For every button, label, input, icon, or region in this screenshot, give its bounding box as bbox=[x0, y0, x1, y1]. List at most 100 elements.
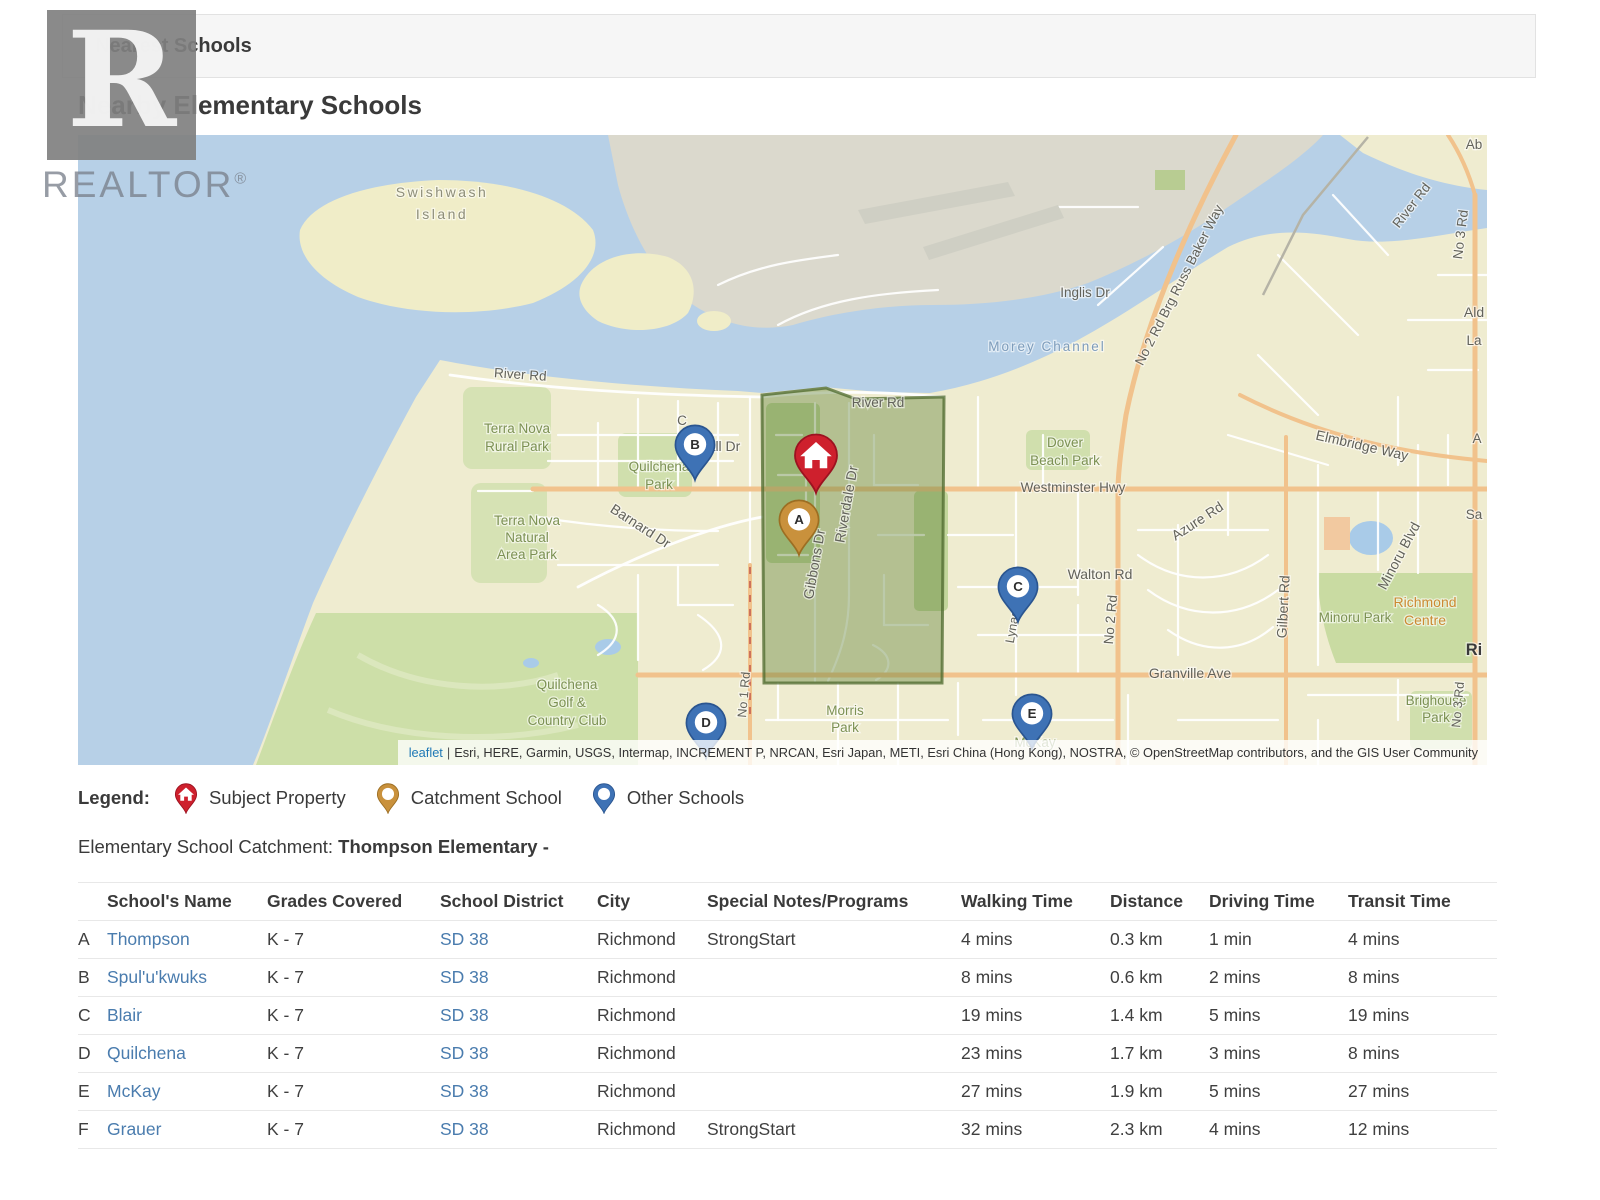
school-link[interactable]: Thompson bbox=[107, 929, 190, 949]
minoru-building bbox=[1324, 517, 1350, 550]
label-tn-rural-1: Terra Nova bbox=[484, 421, 551, 436]
col-letter bbox=[78, 883, 107, 921]
city-cell: Richmond bbox=[597, 1073, 707, 1111]
schools-map[interactable]: Swishwash Island Morey Channel Inglis Dr… bbox=[78, 135, 1487, 765]
col-driving: Driving Time bbox=[1209, 883, 1348, 921]
district-link[interactable]: SD 38 bbox=[440, 1119, 489, 1139]
legend: Legend: Subject Property Catchment Schoo… bbox=[78, 780, 774, 816]
label-frag-c: C bbox=[677, 413, 687, 428]
transit-cell: 8 mins bbox=[1348, 959, 1497, 997]
label-inglis-dr: Inglis Dr bbox=[1060, 285, 1110, 300]
leaflet-link[interactable]: leaflet bbox=[409, 745, 443, 760]
label-richmond-centre-1: Richmond bbox=[1393, 594, 1456, 610]
legend-label-other: Other Schools bbox=[627, 787, 744, 809]
label-golf-2: Golf & bbox=[548, 695, 586, 710]
svg-text:E: E bbox=[1028, 706, 1037, 721]
legend-label-subject: Subject Property bbox=[209, 787, 346, 809]
notes-cell bbox=[707, 1073, 961, 1111]
row-letter: C bbox=[78, 997, 107, 1035]
table-header-row: School's Name Grades Covered School Dist… bbox=[78, 883, 1497, 921]
label-tn-rural-2: Rural Park bbox=[485, 439, 549, 454]
label-dover-1: Dover bbox=[1047, 435, 1084, 450]
notes-cell bbox=[707, 997, 961, 1035]
col-name: School's Name bbox=[107, 883, 267, 921]
school-link[interactable]: Spul'u'kwuks bbox=[107, 967, 207, 987]
city-cell: Richmond bbox=[597, 1111, 707, 1149]
transit-cell: 12 mins bbox=[1348, 1111, 1497, 1149]
label-frag-sa: Sa bbox=[1466, 507, 1483, 522]
transit-cell: 4 mins bbox=[1348, 921, 1497, 959]
label-gilbert-rd: Gilbert Rd bbox=[1273, 575, 1292, 639]
row-letter: F bbox=[78, 1111, 107, 1149]
district-link[interactable]: SD 38 bbox=[440, 1081, 489, 1101]
city-cell: Richmond bbox=[597, 921, 707, 959]
row-letter: A bbox=[78, 921, 107, 959]
label-morey-channel: Morey Channel bbox=[988, 339, 1106, 354]
col-walking: Walking Time bbox=[961, 883, 1110, 921]
label-minoru-park: Minoru Park bbox=[1319, 610, 1392, 625]
driving-cell: 2 mins bbox=[1209, 959, 1348, 997]
label-tn-nat-1: Terra Nova bbox=[494, 513, 561, 528]
school-link[interactable]: Grauer bbox=[107, 1119, 161, 1139]
grades-cell: K - 7 bbox=[267, 997, 440, 1035]
realtor-logo: R bbox=[47, 10, 196, 160]
schools-table: School's Name Grades Covered School Dist… bbox=[78, 882, 1497, 1149]
catchment-summary: Elementary School Catchment: Thompson El… bbox=[78, 836, 549, 858]
driving-cell: 5 mins bbox=[1209, 997, 1348, 1035]
distance-cell: 1.9 km bbox=[1110, 1073, 1209, 1111]
svg-text:D: D bbox=[701, 715, 711, 730]
transit-cell: 8 mins bbox=[1348, 1035, 1497, 1073]
col-transit: Transit Time bbox=[1348, 883, 1497, 921]
sea-island-green bbox=[1155, 170, 1185, 190]
map-canvas: Swishwash Island Morey Channel Inglis Dr… bbox=[78, 135, 1487, 765]
row-letter: B bbox=[78, 959, 107, 997]
label-alder: Ald bbox=[1464, 304, 1484, 320]
label-dover-2: Beach Park bbox=[1030, 453, 1100, 468]
label-morris-1: Morris bbox=[826, 703, 864, 718]
attribution-credits: Esri, HERE, Garmin, USGS, Intermap, INCR… bbox=[454, 745, 1478, 760]
label-golf-1: Quilchena bbox=[537, 677, 598, 692]
catchment-school-name: Thompson Elementary - bbox=[338, 836, 549, 857]
notes-cell: StrongStart bbox=[707, 921, 961, 959]
driving-cell: 1 min bbox=[1209, 921, 1348, 959]
col-grades: Grades Covered bbox=[267, 883, 440, 921]
minoru-pond bbox=[1349, 521, 1393, 555]
other-schools-pin-icon bbox=[592, 783, 616, 814]
transit-cell: 27 mins bbox=[1348, 1073, 1497, 1111]
legend-label-catchment: Catchment School bbox=[411, 787, 562, 809]
school-link[interactable]: Quilchena bbox=[107, 1043, 186, 1063]
table-row: B Spul'u'kwuks K - 7 SD 38 Richmond 8 mi… bbox=[78, 959, 1497, 997]
label-richmond-city: Ri bbox=[1466, 641, 1483, 659]
legend-item-subject: Subject Property bbox=[174, 783, 346, 814]
grades-cell: K - 7 bbox=[267, 1073, 440, 1111]
table-row: C Blair K - 7 SD 38 Richmond 19 mins 1.4… bbox=[78, 997, 1497, 1035]
table-row: E McKay K - 7 SD 38 Richmond 27 mins 1.9… bbox=[78, 1073, 1497, 1111]
driving-cell: 4 mins bbox=[1209, 1111, 1348, 1149]
transit-cell: 19 mins bbox=[1348, 997, 1497, 1035]
label-river-rd-c: River Rd bbox=[852, 395, 905, 410]
col-district: School District bbox=[440, 883, 597, 921]
realtor-wordmark: REALTOR® bbox=[42, 164, 249, 206]
panel-header: Nearest Schools bbox=[62, 14, 1536, 78]
district-link[interactable]: SD 38 bbox=[440, 929, 489, 949]
svg-text:B: B bbox=[690, 437, 700, 452]
golf-pond-2 bbox=[523, 658, 539, 668]
district-link[interactable]: SD 38 bbox=[440, 1043, 489, 1063]
district-link[interactable]: SD 38 bbox=[440, 1005, 489, 1025]
school-link[interactable]: Blair bbox=[107, 1005, 142, 1025]
district-link[interactable]: SD 38 bbox=[440, 967, 489, 987]
walking-cell: 23 mins bbox=[961, 1035, 1110, 1073]
label-swishwash-2: Island bbox=[416, 206, 468, 222]
label-frag-ab: Ab bbox=[1466, 137, 1483, 152]
walking-cell: 8 mins bbox=[961, 959, 1110, 997]
legend-title: Legend: bbox=[78, 787, 150, 809]
label-tn-nat-3: Area Park bbox=[497, 547, 557, 562]
notes-cell bbox=[707, 959, 961, 997]
svg-text:C: C bbox=[1013, 579, 1023, 594]
label-granville-ave: Granville Ave bbox=[1149, 665, 1231, 681]
school-link[interactable]: McKay bbox=[107, 1081, 160, 1101]
label-brighouse-2: Park bbox=[1422, 710, 1450, 725]
label-quilchena-park-2: Park bbox=[645, 477, 673, 492]
grades-cell: K - 7 bbox=[267, 921, 440, 959]
registered-mark: ® bbox=[234, 171, 249, 188]
